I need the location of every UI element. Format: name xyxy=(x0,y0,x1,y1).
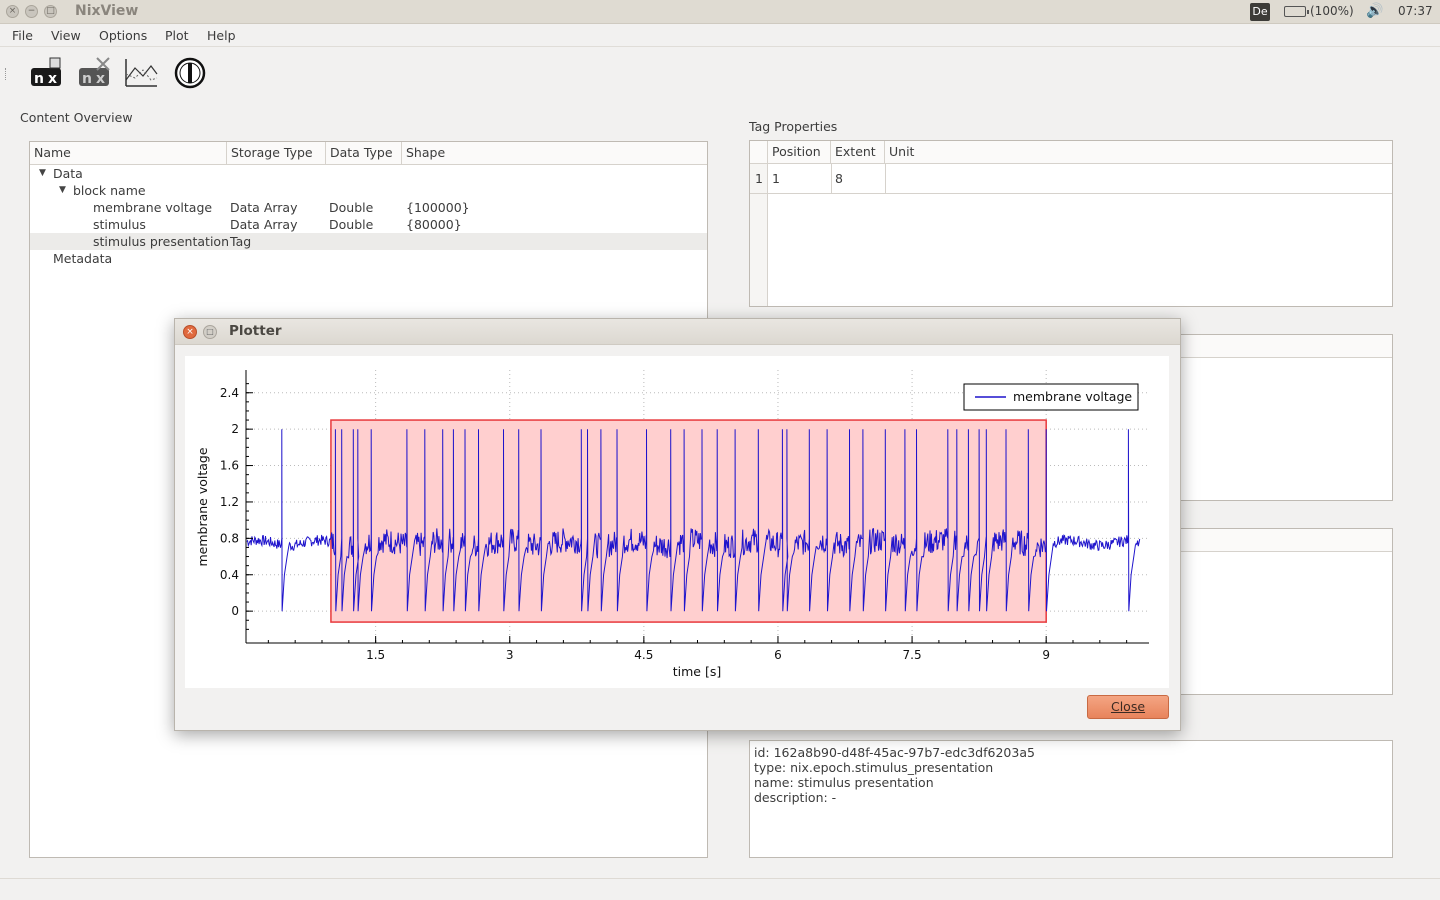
svg-text:n: n xyxy=(82,71,92,87)
expand-arrow-icon[interactable]: ▼ xyxy=(59,182,66,199)
column-header-name[interactable]: Name xyxy=(30,142,227,165)
column-header-position[interactable]: Position xyxy=(768,141,831,164)
window-minimize-icon[interactable]: − xyxy=(25,5,38,18)
tree-row-stimulus-presentation[interactable]: stimulus presentation Tag xyxy=(30,233,707,250)
nix-open-icon[interactable]: n x xyxy=(29,56,65,90)
toolbar-handle[interactable] xyxy=(5,68,7,80)
x-tick-label: 9 xyxy=(1042,648,1050,662)
y-tick-label: 2 xyxy=(231,422,239,436)
plotter-maximize-icon[interactable]: □ xyxy=(203,325,217,339)
menu-bar: File View Options Plot Help xyxy=(0,24,1440,47)
tag-region xyxy=(330,419,1047,623)
x-axis-label: time [s] xyxy=(673,664,721,679)
info-id: id: 162a8b90-d48f-45ac-97b7-edc3df6203a5 xyxy=(754,745,1035,760)
column-header-data-type[interactable]: Data Type xyxy=(326,142,402,165)
power-icon[interactable] xyxy=(173,56,209,90)
y-tick-label: 0.4 xyxy=(220,568,239,582)
x-tick-label: 4.5 xyxy=(634,648,653,662)
menu-options[interactable]: Options xyxy=(99,28,147,43)
x-tick-label: 1.5 xyxy=(366,648,385,662)
plot-icon[interactable] xyxy=(123,56,159,90)
x-tick-label: 6 xyxy=(774,648,782,662)
window-titlebar: × − □ NixView De (100%) 🔊 07:37 xyxy=(0,0,1440,24)
tree-row-membrane-voltage[interactable]: membrane voltage Data Array Double {1000… xyxy=(30,199,707,216)
keyboard-layout-indicator[interactable]: De xyxy=(1250,3,1270,21)
tree-row-data[interactable]: ▼ Data xyxy=(30,165,707,182)
entity-info-panel[interactable]: id: 162a8b90-d48f-45ac-97b7-edc3df6203a5… xyxy=(749,740,1393,858)
y-tick-label: 1.6 xyxy=(220,459,239,473)
column-header-storage-type[interactable]: Storage Type xyxy=(227,142,326,165)
menu-view[interactable]: View xyxy=(51,28,81,43)
plotter-close-icon[interactable]: × xyxy=(183,325,197,339)
tree-row-metadata[interactable]: Metadata xyxy=(30,250,707,267)
menu-file[interactable]: File xyxy=(12,28,33,43)
plot-canvas[interactable]: 1.5 3 4.5 6 7.5 9 0 0.4 0.8 1.2 1.6 2 2.4 membrane v… xyxy=(185,356,1169,688)
x-tick-label: 7.5 xyxy=(903,648,922,662)
plotter-titlebar[interactable]: × □ Plotter xyxy=(175,319,1180,345)
row-header-corner xyxy=(750,141,768,164)
window-close-icon[interactable]: × xyxy=(6,5,19,18)
y-tick-label: 0.8 xyxy=(220,531,239,545)
status-bar xyxy=(0,878,1440,900)
table-row[interactable]: 1 1 8 xyxy=(750,164,1392,194)
info-description: description: - xyxy=(754,790,837,805)
y-tick-label: 0 xyxy=(231,604,239,618)
plotter-title: Plotter xyxy=(229,323,282,339)
svg-text:n: n xyxy=(34,71,44,87)
column-header-unit[interactable]: Unit xyxy=(885,141,1392,164)
info-type: type: nix.epoch.stimulus_presentation xyxy=(754,760,994,775)
svg-text:x: x xyxy=(96,71,105,87)
svg-text:x: x xyxy=(48,71,57,87)
x-tick-label: 3 xyxy=(506,648,514,662)
window-maximize-icon[interactable]: □ xyxy=(44,5,57,18)
info-name: name: stimulus presentation xyxy=(754,775,934,790)
line-chart[interactable]: 1.5 3 4.5 6 7.5 9 0 0.4 0.8 1.2 1.6 2 2.4 membrane v… xyxy=(185,356,1169,688)
tag-properties-label: Tag Properties xyxy=(749,119,838,134)
tree-row-stimulus[interactable]: stimulus Data Array Double {80000} xyxy=(30,216,707,233)
menu-plot[interactable]: Plot xyxy=(165,28,189,43)
volume-icon[interactable]: 🔊 xyxy=(1366,3,1383,19)
nix-close-icon[interactable]: n x xyxy=(77,56,113,90)
battery-icon[interactable] xyxy=(1284,6,1309,17)
expand-arrow-icon[interactable]: ▼ xyxy=(39,165,46,182)
close-button[interactable]: Close xyxy=(1087,695,1169,719)
plotter-dialog[interactable]: × □ Plotter 1.5 3 4.5 6 7.5 9 0 0.4 0.8 1.2 1.6 2 2.… xyxy=(174,318,1181,731)
y-tick-label: 2.4 xyxy=(220,386,239,400)
toolbar: n x n x xyxy=(0,48,1440,98)
legend-entry-membrane-voltage: membrane voltage xyxy=(1013,389,1132,404)
tag-properties-table[interactable]: Position Extent Unit 1 1 8 xyxy=(749,140,1393,307)
y-tick-label: 1.2 xyxy=(220,495,239,509)
content-overview-label: Content Overview xyxy=(20,110,133,125)
y-axis-label: membrane voltage xyxy=(195,447,210,566)
battery-level: (100%) xyxy=(1310,4,1354,18)
tree-row-block[interactable]: ▼ block name xyxy=(30,182,707,199)
column-header-extent[interactable]: Extent xyxy=(831,141,885,164)
clock[interactable]: 07:37 xyxy=(1398,4,1433,18)
menu-help[interactable]: Help xyxy=(207,28,236,43)
app-title: NixView xyxy=(75,3,139,19)
column-header-shape[interactable]: Shape xyxy=(402,142,707,165)
